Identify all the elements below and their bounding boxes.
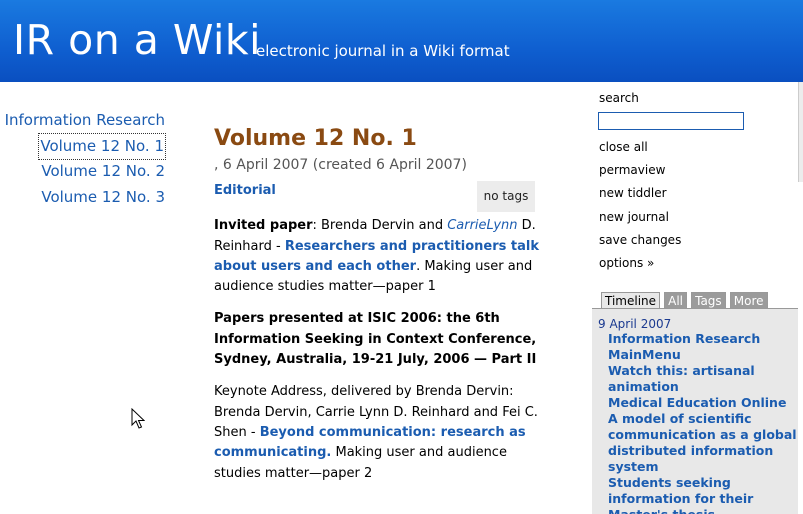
new-tiddler-link[interactable]: new tiddler	[599, 182, 799, 205]
paragraph-keynote: Keynote Address, delivered by Brenda Der…	[214, 384, 538, 481]
author-link-carrielynn[interactable]: CarrieLynn	[447, 218, 517, 233]
timeline-link[interactable]: Watch this: artisanal animation	[608, 363, 798, 395]
new-journal-link[interactable]: new journal	[599, 206, 799, 229]
site-subtitle: electronic journal in a Wiki format	[256, 42, 510, 60]
header-banner: IR on a Wiki electronic journal in a Wik…	[0, 0, 803, 82]
menu-link-information-research[interactable]: Information Research	[0, 108, 170, 134]
timeline-link[interactable]: Information Research	[608, 331, 798, 347]
main-menu: Information Research Volume 12 No. 1 Vol…	[0, 108, 170, 210]
list-item: MainMenu	[608, 347, 798, 363]
list-item: Medical Education Online	[608, 395, 798, 411]
sidebar-tabs: Timeline All Tags More	[601, 290, 768, 310]
timeline-list: Information Research MainMenu Watch this…	[592, 331, 798, 514]
tiddler-subtitle: , 6 April 2007 (created 6 April 2007)	[214, 157, 467, 173]
tiddler-body: Editorial Invited paper: Brenda Dervin a…	[214, 181, 539, 484]
timeline-panel: 9 April 2007 Information Research MainMe…	[592, 308, 798, 514]
menu-link-volume-12-3[interactable]: Volume 12 No. 3	[0, 185, 170, 211]
menu-link-volume-12-1[interactable]: Volume 12 No. 1	[0, 132, 170, 160]
menu-link-volume-12-2[interactable]: Volume 12 No. 2	[0, 159, 170, 185]
timeline-link[interactable]: A model of scientific communication as a…	[608, 411, 798, 475]
timeline-link[interactable]: Medical Education Online	[608, 395, 798, 411]
mouse-cursor-icon	[131, 408, 145, 429]
tiddler: Volume 12 No. 1 , 6 April 2007 (created …	[214, 126, 539, 496]
timeline-link[interactable]: Students seeking information for their M…	[608, 475, 798, 514]
search-label: search	[599, 91, 639, 105]
close-all-link[interactable]: close all	[599, 136, 799, 159]
tiddler-title: Volume 12 No. 1	[214, 126, 417, 151]
options-link[interactable]: options »	[599, 252, 799, 275]
search-input[interactable]	[598, 112, 744, 130]
list-item: Information Research	[608, 331, 798, 347]
paragraph-invited-paper: Invited paper: Brenda Dervin and CarrieL…	[214, 218, 540, 295]
tags-box[interactable]: no tags	[477, 181, 535, 212]
list-item: Students seeking information for their M…	[608, 475, 798, 514]
paragraph-isic-heading: Papers presented at ISIC 2006: the 6th I…	[214, 311, 537, 368]
timeline-link[interactable]: MainMenu	[608, 347, 798, 363]
sidebar-options: search close all permaview new tiddler n…	[598, 88, 799, 275]
timeline-date: 9 April 2007	[598, 317, 672, 331]
list-item: A model of scientific communication as a…	[608, 411, 798, 475]
site-title: IR on a Wiki	[13, 16, 262, 64]
list-item: Watch this: artisanal animation	[608, 363, 798, 395]
permaview-link[interactable]: permaview	[599, 159, 799, 182]
save-changes-link[interactable]: save changes	[599, 229, 799, 252]
